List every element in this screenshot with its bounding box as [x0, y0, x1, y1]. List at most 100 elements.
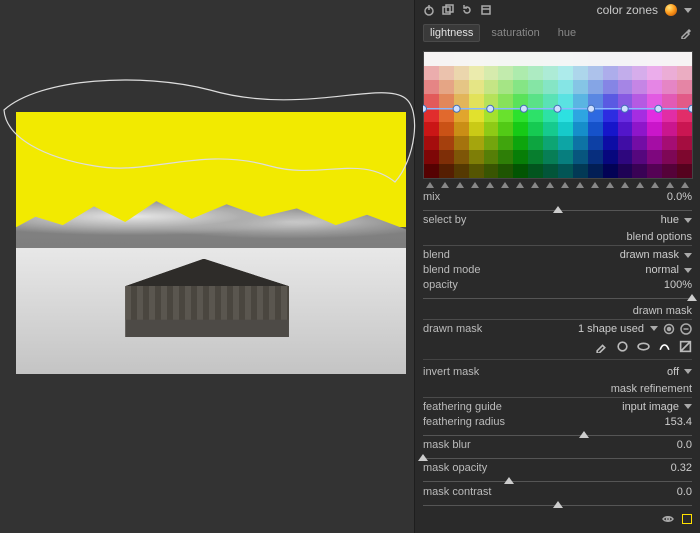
swatch-cell[interactable]: [662, 94, 677, 108]
swatch-cell[interactable]: [558, 52, 573, 66]
swatch-cell[interactable]: [513, 150, 528, 164]
swatch-cell[interactable]: [484, 80, 499, 94]
swatch-cell[interactable]: [484, 66, 499, 80]
tab-hue[interactable]: hue: [551, 24, 583, 42]
swatch-cell[interactable]: [469, 66, 484, 80]
dropdown-icon[interactable]: [684, 268, 692, 273]
swatch-cell[interactable]: [558, 66, 573, 80]
swatch-cell[interactable]: [677, 108, 692, 122]
swatch-cell[interactable]: [424, 136, 439, 150]
add-shape-icon[interactable]: [663, 323, 675, 335]
blend-options-header[interactable]: blend options: [423, 231, 692, 246]
swatch-cell[interactable]: [484, 136, 499, 150]
mask-contrast-slider[interactable]: [423, 502, 692, 505]
blend-mode-row[interactable]: blend mode normal: [423, 264, 692, 276]
slider-thumb[interactable]: [553, 501, 563, 508]
swatch-cell[interactable]: [618, 80, 633, 94]
swatch-cell[interactable]: [528, 52, 543, 66]
swatch-cell[interactable]: [454, 136, 469, 150]
swatch-cell[interactable]: [498, 122, 513, 136]
swatch-cell[interactable]: [662, 80, 677, 94]
mix-slider[interactable]: [423, 207, 692, 210]
swatch-cell[interactable]: [618, 122, 633, 136]
swatch-cell[interactable]: [513, 66, 528, 80]
swatch-cell[interactable]: [424, 80, 439, 94]
swatch-cell[interactable]: [677, 136, 692, 150]
feathering-guide-row[interactable]: feathering guide input image: [423, 401, 692, 413]
swatch-cell[interactable]: [454, 66, 469, 80]
swatch-cell[interactable]: [498, 150, 513, 164]
swatch-cell[interactable]: [543, 80, 558, 94]
swatch-cell[interactable]: [618, 52, 633, 66]
dropdown-icon[interactable]: [684, 253, 692, 258]
slider-thumb[interactable]: [418, 454, 428, 461]
swatch-cell[interactable]: [588, 108, 603, 122]
swatch-cell[interactable]: [603, 122, 618, 136]
swatch-cell[interactable]: [647, 66, 662, 80]
mask-opacity-slider[interactable]: [423, 478, 692, 481]
swatch-cell[interactable]: [484, 150, 499, 164]
swatch-cell[interactable]: [573, 164, 588, 178]
slider-thumb[interactable]: [579, 431, 589, 438]
swatch-cell[interactable]: [513, 136, 528, 150]
swatch-cell[interactable]: [528, 66, 543, 80]
swatch-cell[interactable]: [558, 136, 573, 150]
swatch-cell[interactable]: [632, 108, 647, 122]
reset-icon[interactable]: [461, 4, 473, 16]
swatch-cell[interactable]: [632, 150, 647, 164]
swatch-cell[interactable]: [618, 164, 633, 178]
swatch-cell[interactable]: [513, 94, 528, 108]
swatch-cell[interactable]: [677, 164, 692, 178]
swatch-cell[interactable]: [543, 108, 558, 122]
swatch-cell[interactable]: [439, 66, 454, 80]
swatch-cell[interactable]: [484, 164, 499, 178]
swatch-cell[interactable]: [558, 122, 573, 136]
swatch-cell[interactable]: [454, 94, 469, 108]
swatch-cell[interactable]: [543, 164, 558, 178]
swatch-cell[interactable]: [573, 122, 588, 136]
swatch-cell[interactable]: [439, 52, 454, 66]
gradient-icon[interactable]: [679, 340, 692, 353]
blend-row[interactable]: blend drawn mask: [423, 249, 692, 261]
mask-refinement-header[interactable]: mask refinement: [423, 383, 692, 398]
swatch-cell[interactable]: [632, 122, 647, 136]
swatch-cell[interactable]: [469, 94, 484, 108]
swatch-cell[interactable]: [677, 150, 692, 164]
swatch-cell[interactable]: [513, 164, 528, 178]
swatch-cell[interactable]: [424, 52, 439, 66]
swatch-cell[interactable]: [543, 150, 558, 164]
dropdown-icon[interactable]: [684, 369, 692, 374]
drawn-mask-header[interactable]: drawn mask: [423, 305, 692, 320]
swatch-cell[interactable]: [469, 122, 484, 136]
swatch-cell[interactable]: [618, 136, 633, 150]
opacity-slider[interactable]: [423, 295, 692, 298]
swatch-cell[interactable]: [588, 136, 603, 150]
swatch-cell[interactable]: [558, 150, 573, 164]
preset-icon[interactable]: [480, 4, 492, 16]
swatch-cell[interactable]: [543, 136, 558, 150]
swatch-cell[interactable]: [498, 108, 513, 122]
swatch-cell[interactable]: [528, 108, 543, 122]
swatch-cell[interactable]: [439, 136, 454, 150]
swatch-cell[interactable]: [484, 122, 499, 136]
swatch-cell[interactable]: [424, 164, 439, 178]
swatch-cell[interactable]: [484, 52, 499, 66]
canvas-area[interactable]: [0, 0, 414, 533]
swatch-cell[interactable]: [662, 52, 677, 66]
swatch-cell[interactable]: [498, 164, 513, 178]
power-icon[interactable]: [423, 4, 435, 16]
swatch-cell[interactable]: [632, 136, 647, 150]
tab-saturation[interactable]: saturation: [484, 24, 546, 42]
swatch-cell[interactable]: [573, 52, 588, 66]
swatch-cell[interactable]: [498, 80, 513, 94]
feathering-radius-slider[interactable]: [423, 432, 692, 435]
invert-mask-row[interactable]: invert mask off: [423, 366, 692, 378]
swatch-cell[interactable]: [558, 108, 573, 122]
swatch-cell[interactable]: [603, 150, 618, 164]
swatch-cell[interactable]: [588, 164, 603, 178]
swatch-cell[interactable]: [454, 150, 469, 164]
swatch-cell[interactable]: [558, 80, 573, 94]
swatch-cell[interactable]: [588, 52, 603, 66]
swatch-cell[interactable]: [588, 80, 603, 94]
swatch-cell[interactable]: [454, 52, 469, 66]
